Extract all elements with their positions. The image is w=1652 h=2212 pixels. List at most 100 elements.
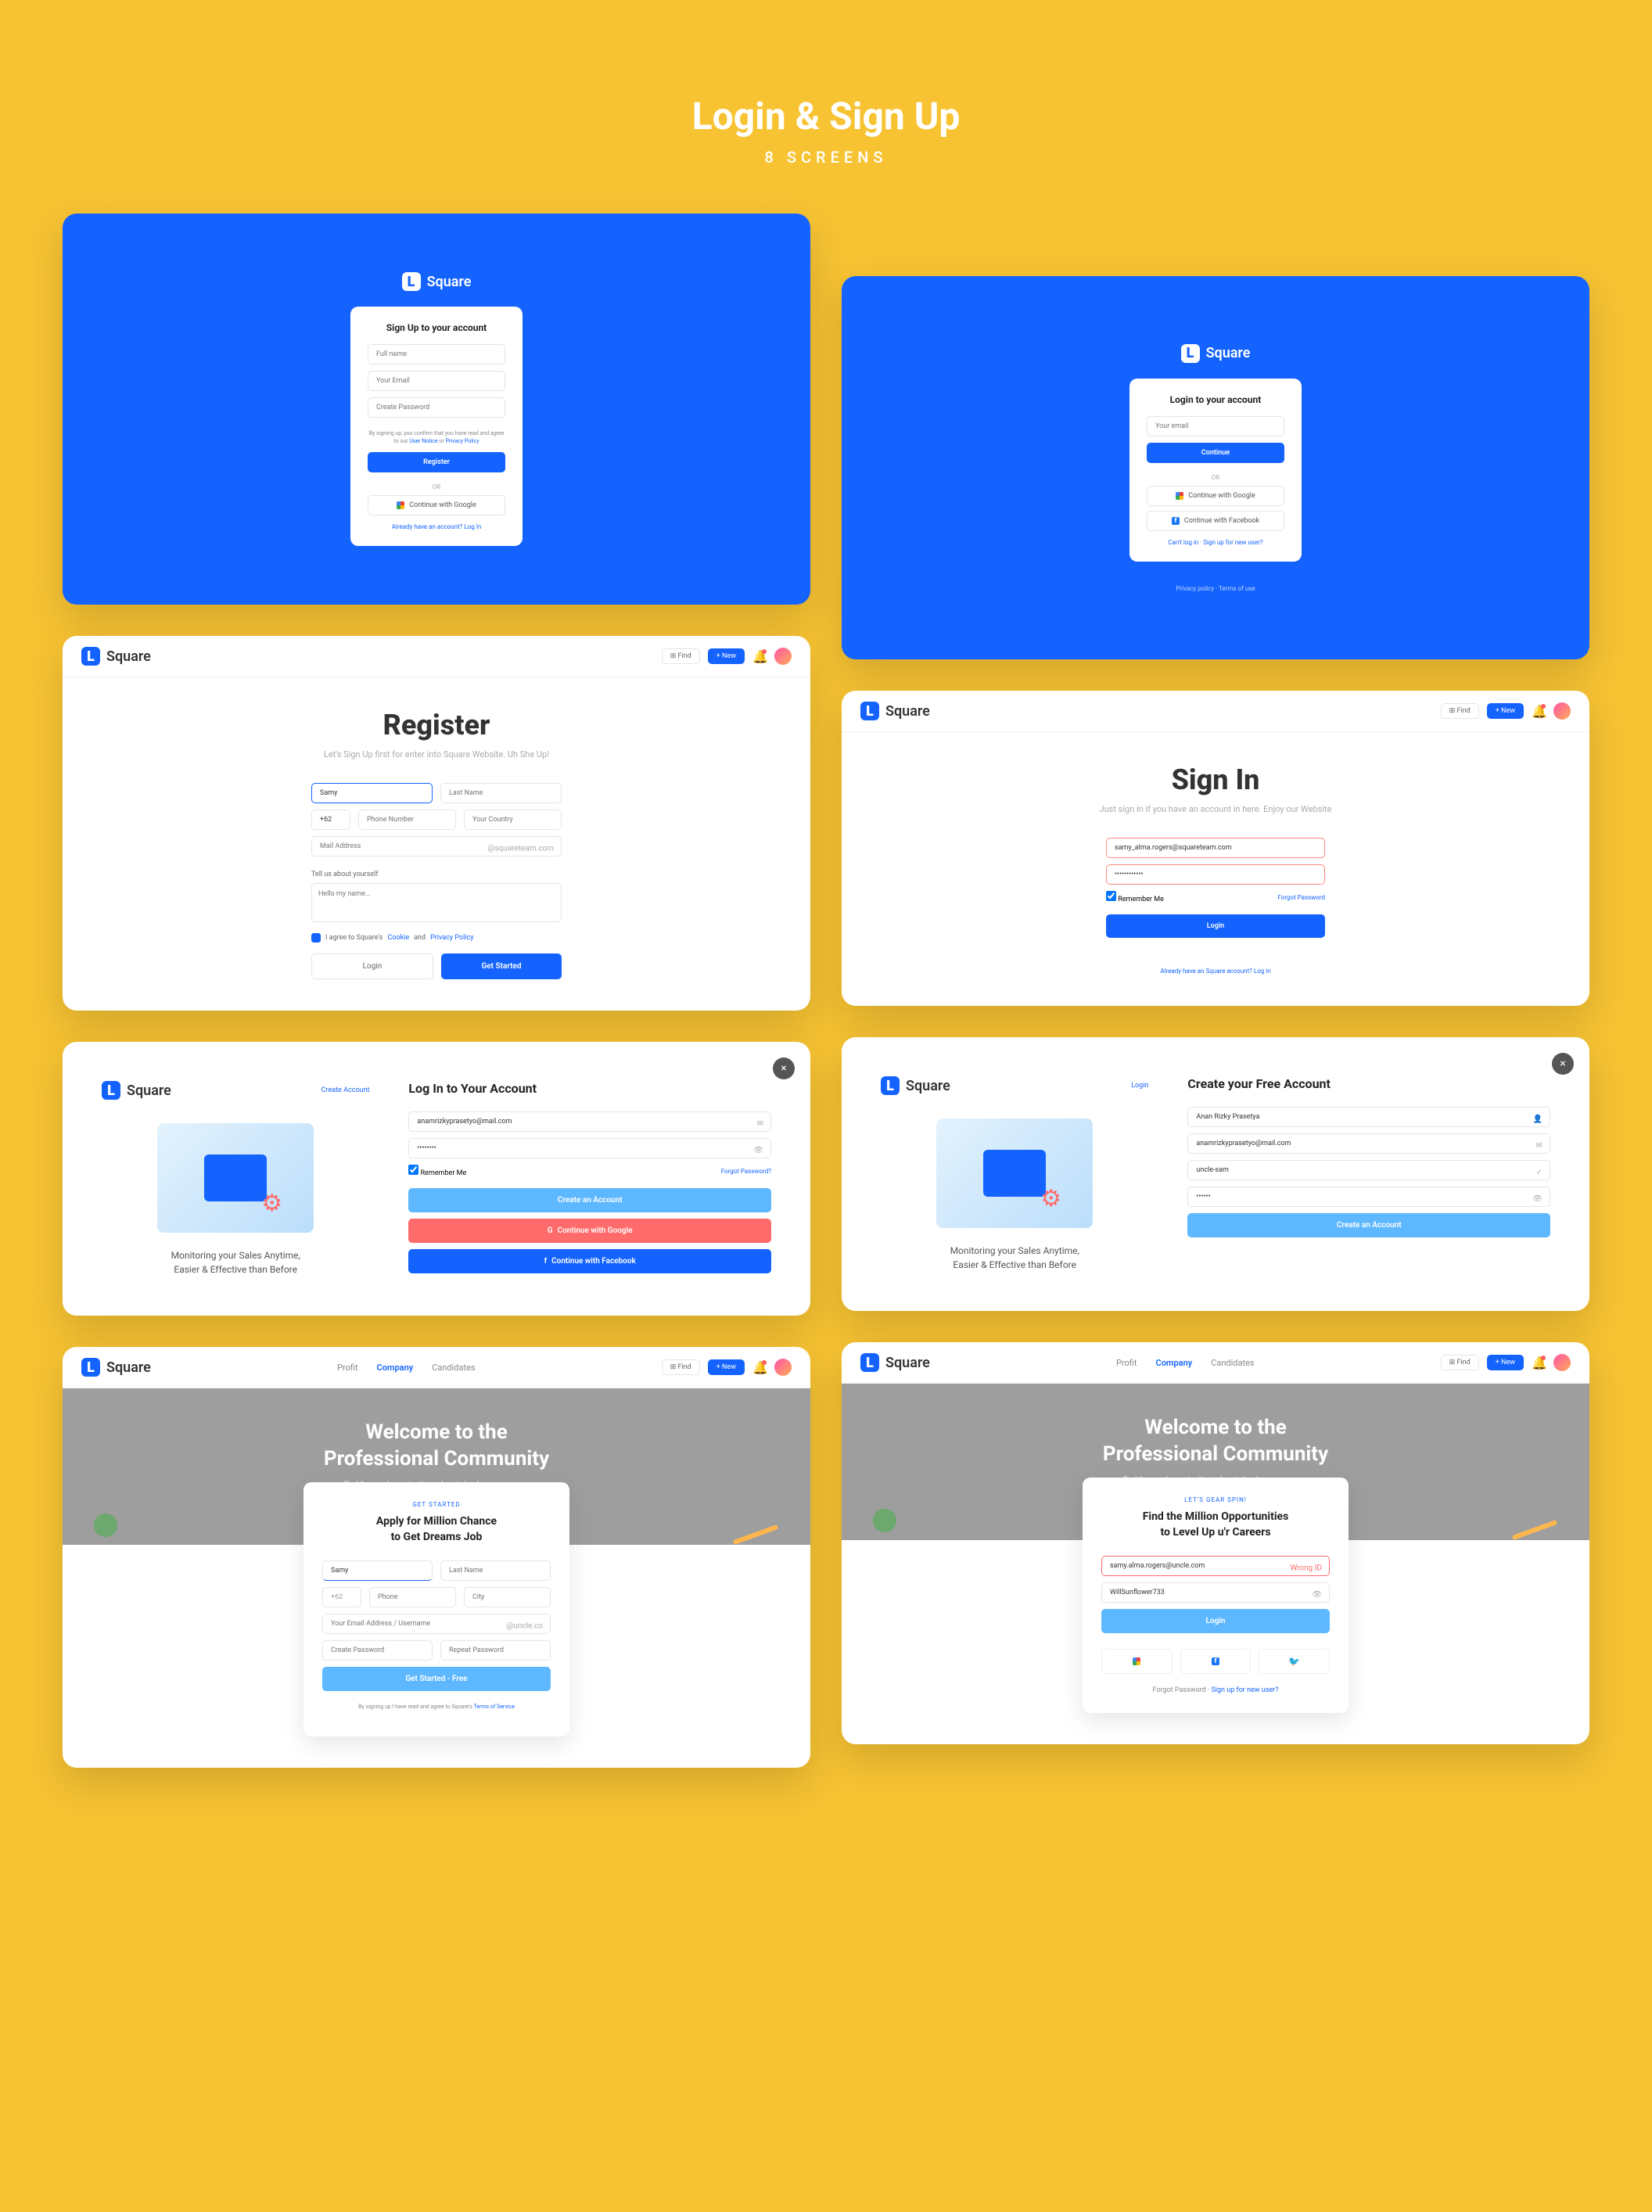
nav-company[interactable]: Company [377, 1363, 414, 1373]
signup-link[interactable]: Sign up for new user? [1203, 539, 1262, 546]
bell-icon[interactable]: 🔔 [1532, 1356, 1546, 1370]
nav-candidates[interactable]: Candidates [1211, 1358, 1254, 1368]
facebook-button[interactable]: fContinue with Facebook [408, 1249, 771, 1273]
firstname-input[interactable] [322, 1560, 433, 1581]
login-button[interactable]: Login [311, 953, 433, 979]
illustration-panel: LSquareCreate Account Monitoring your Sa… [102, 1081, 369, 1277]
card-label: GET STARTED [322, 1501, 551, 1508]
password-input[interactable] [1101, 1582, 1330, 1603]
plant-decoration [78, 1498, 133, 1553]
new-chip[interactable]: + New [708, 648, 745, 664]
create-button[interactable]: Create an Account [1187, 1213, 1550, 1237]
new-chip[interactable]: + New [1487, 1355, 1524, 1370]
name-input[interactable] [1187, 1107, 1550, 1127]
password-input[interactable] [408, 1138, 771, 1158]
screen-signup-blue: L Square Sign Up to your account By sign… [63, 214, 810, 605]
create-account-link[interactable]: Create Account [321, 1086, 370, 1094]
forgot-link[interactable]: Forgot Password? [721, 1168, 771, 1175]
phone-input[interactable] [369, 1587, 456, 1607]
user-notice-link[interactable]: User Notice [409, 438, 437, 444]
avatar[interactable] [774, 1359, 792, 1376]
forgot-link[interactable]: Forgot Password [1277, 894, 1325, 901]
nav-candidates[interactable]: Candidates [432, 1363, 475, 1373]
email-input[interactable] [1187, 1133, 1550, 1154]
fullname-input[interactable] [368, 344, 505, 364]
password-input[interactable] [322, 1640, 433, 1661]
country-input[interactable] [464, 810, 562, 830]
lastname-input[interactable] [440, 1560, 551, 1581]
code-input[interactable] [322, 1587, 361, 1607]
bell-icon[interactable]: 🔔 [752, 649, 767, 663]
twitter-social[interactable]: 🐦 [1259, 1649, 1330, 1674]
email-input[interactable] [368, 371, 505, 391]
lastname-input[interactable] [440, 783, 562, 803]
new-chip[interactable]: + New [1487, 703, 1524, 719]
email-input[interactable] [1106, 838, 1325, 858]
eye-icon[interactable]: 👁 [753, 1146, 763, 1154]
password-input[interactable] [368, 397, 505, 418]
remember-checkbox[interactable]: Remember Me [408, 1165, 466, 1177]
main-nav: Profit Company Candidates [1116, 1358, 1255, 1368]
signin-heading: Sign In [1172, 763, 1260, 796]
email-input[interactable] [1147, 416, 1284, 436]
google-button[interactable]: Continue with Google [1147, 486, 1284, 506]
nav-profit[interactable]: Profit [1116, 1358, 1137, 1368]
footer-link[interactable]: Already have an Square account? Log in [1160, 968, 1270, 975]
google-button[interactable]: Continue with Google [368, 495, 505, 515]
illustration-panel: LSquareLogin Monitoring your Sales Anyti… [881, 1076, 1148, 1272]
continue-button[interactable]: Continue [1147, 443, 1284, 463]
nav-profit[interactable]: Profit [337, 1363, 358, 1373]
facebook-button[interactable]: fContinue with Facebook [1147, 511, 1284, 531]
privacy-link[interactable]: Privacy Policy [446, 438, 479, 444]
screen-create-modal: × LSquareLogin Monitoring your Sales Any… [842, 1037, 1589, 1311]
bell-icon[interactable]: 🔔 [752, 1360, 767, 1374]
login-button[interactable]: Login [1106, 914, 1325, 938]
about-label: Tell us about yourself [311, 871, 562, 878]
find-chip[interactable]: ⊞ Find [1441, 703, 1479, 719]
register-button[interactable]: Register [368, 452, 505, 472]
check-icon: ✓ [1536, 1168, 1542, 1176]
code-input[interactable] [311, 810, 350, 830]
create-account-button[interactable]: Create an Account [408, 1188, 771, 1212]
about-textarea[interactable] [311, 883, 562, 922]
avatar[interactable] [774, 648, 792, 665]
google-social[interactable] [1101, 1649, 1173, 1674]
find-chip[interactable]: ⊞ Find [662, 1359, 700, 1375]
phone-input[interactable] [358, 810, 456, 830]
register-heading: Register [383, 709, 490, 742]
username-input[interactable] [1187, 1160, 1550, 1180]
tos-link[interactable]: Terms of Service [473, 1704, 514, 1710]
repeat-password-input[interactable] [440, 1640, 551, 1661]
brand-logo: LSquare [1181, 344, 1251, 363]
google-button[interactable]: GContinue with Google [408, 1219, 771, 1243]
password-input[interactable] [1106, 864, 1325, 885]
tagline: Monitoring your Sales Anytime,Easier & E… [950, 1244, 1079, 1272]
eye-icon[interactable]: 👁 [1532, 1194, 1542, 1203]
avatar[interactable] [1553, 702, 1571, 720]
facebook-social[interactable]: f [1180, 1649, 1252, 1674]
agree-row[interactable]: I agree to Square's Cookie and Privacy P… [311, 933, 562, 943]
avatar[interactable] [1553, 1354, 1571, 1371]
email-input[interactable] [408, 1111, 771, 1132]
login-link[interactable]: Login [1131, 1082, 1148, 1090]
page-title: Login & Sign Up [63, 94, 1589, 138]
topbar: LSquare ⊞ Find+ New🔔 [842, 691, 1589, 732]
new-chip[interactable]: + New [708, 1359, 745, 1375]
login-button[interactable]: Login [1101, 1609, 1330, 1633]
login-link[interactable]: Already have an account? Log In [368, 523, 505, 530]
eye-icon[interactable]: 👁 [1312, 1591, 1322, 1600]
cant-login-link[interactable]: Can't log in [1168, 539, 1198, 546]
password-input[interactable] [1187, 1187, 1550, 1207]
brand-logo: LSquare [860, 1353, 930, 1372]
city-input[interactable] [464, 1587, 551, 1607]
find-chip[interactable]: ⊞ Find [662, 648, 700, 664]
remember-checkbox[interactable]: Remember Me [1106, 891, 1164, 903]
nav-company[interactable]: Company [1156, 1358, 1193, 1368]
create-form-panel: Create your Free Account 👤 ✉ ✓ 👁 Create … [1187, 1076, 1550, 1272]
get-started-button[interactable]: Get Started - Free [322, 1667, 551, 1691]
get-started-button[interactable]: Get Started [441, 953, 562, 979]
main-nav: Profit Company Candidates [337, 1363, 476, 1373]
find-chip[interactable]: ⊞ Find [1441, 1355, 1479, 1370]
firstname-input[interactable] [311, 783, 433, 803]
bell-icon[interactable]: 🔔 [1532, 704, 1546, 718]
